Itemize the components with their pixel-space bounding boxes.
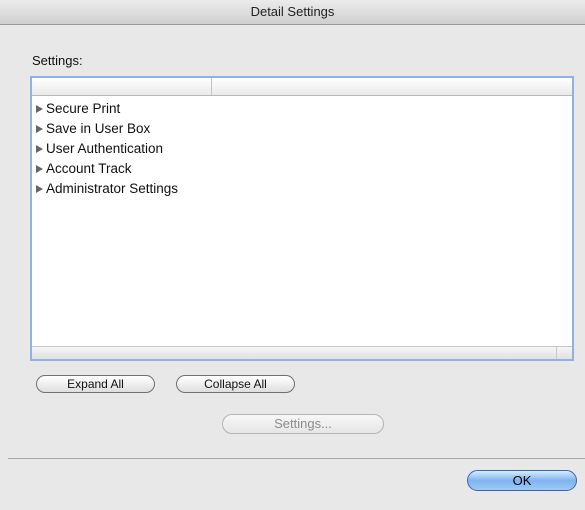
settings-label: Settings: [32, 53, 83, 68]
tree-item-user-authentication[interactable]: User Authentication [36, 139, 178, 159]
window-title: Detail Settings [250, 4, 335, 19]
separator [8, 458, 585, 459]
tree-item-label: Secure Print [46, 101, 121, 116]
resize-grip[interactable] [556, 347, 572, 359]
settings-tree-list[interactable]: Secure Print Save in User Box User Authe… [30, 76, 574, 361]
tree-item-administrator-settings[interactable]: Administrator Settings [36, 179, 178, 199]
disclosure-triangle-icon[interactable] [36, 145, 43, 153]
settings-tree: Secure Print Save in User Box User Authe… [36, 99, 178, 199]
collapse-all-button[interactable]: Collapse All [176, 375, 295, 393]
disclosure-triangle-icon[interactable] [36, 185, 43, 193]
expand-all-button[interactable]: Expand All [36, 375, 155, 393]
settings-button[interactable]: Settings... [222, 414, 384, 434]
tree-item-secure-print[interactable]: Secure Print [36, 99, 178, 119]
column-divider[interactable] [211, 78, 212, 95]
disclosure-triangle-icon[interactable] [36, 105, 43, 113]
disclosure-triangle-icon[interactable] [36, 125, 43, 133]
ok-button[interactable]: OK [467, 470, 577, 491]
tree-item-account-track[interactable]: Account Track [36, 159, 178, 179]
tree-item-label: Administrator Settings [46, 181, 179, 196]
tree-item-save-in-user-box[interactable]: Save in User Box [36, 119, 178, 139]
list-header [32, 78, 572, 96]
tree-item-label: Save in User Box [46, 121, 151, 136]
detail-settings-dialog: Detail Settings Settings: Secure Print S… [0, 0, 585, 510]
title-bar[interactable]: Detail Settings [0, 0, 585, 25]
list-footer [32, 346, 572, 359]
tree-item-label: User Authentication [46, 141, 164, 156]
tree-item-label: Account Track [46, 161, 132, 176]
disclosure-triangle-icon[interactable] [36, 165, 43, 173]
